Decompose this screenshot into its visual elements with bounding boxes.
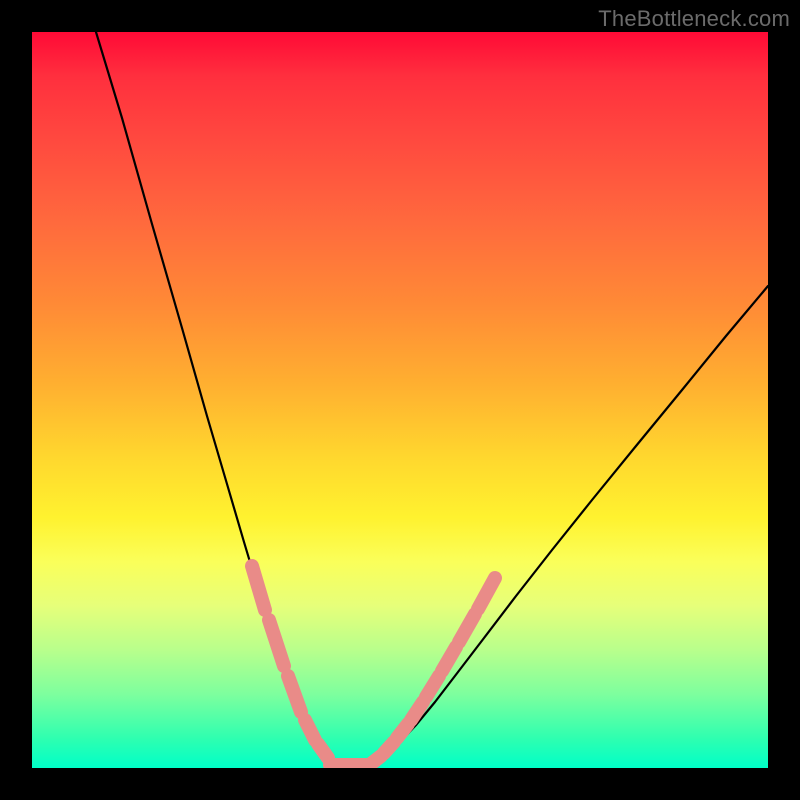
curve-left-curve bbox=[96, 32, 340, 768]
overlay-segment-0 bbox=[252, 566, 265, 610]
overlay-segment-12 bbox=[459, 614, 475, 642]
overlay-segment-9 bbox=[411, 702, 423, 720]
chart-plot-area bbox=[32, 32, 768, 768]
overlay-segment-4 bbox=[318, 744, 328, 758]
overlay-segment-13 bbox=[478, 578, 495, 609]
chart-svg bbox=[32, 32, 768, 768]
overlay-segment-1 bbox=[269, 620, 284, 666]
overlay-segment-2 bbox=[288, 676, 301, 712]
overlay-segment-7 bbox=[384, 742, 394, 753]
overlay-segment-10 bbox=[426, 676, 439, 697]
overlay-segment-8 bbox=[397, 724, 408, 738]
overlay-segment-11 bbox=[442, 647, 456, 671]
watermark-label: TheBottleneck.com bbox=[598, 6, 790, 32]
chart-frame: TheBottleneck.com bbox=[0, 0, 800, 800]
overlay-segment-3 bbox=[305, 720, 315, 740]
